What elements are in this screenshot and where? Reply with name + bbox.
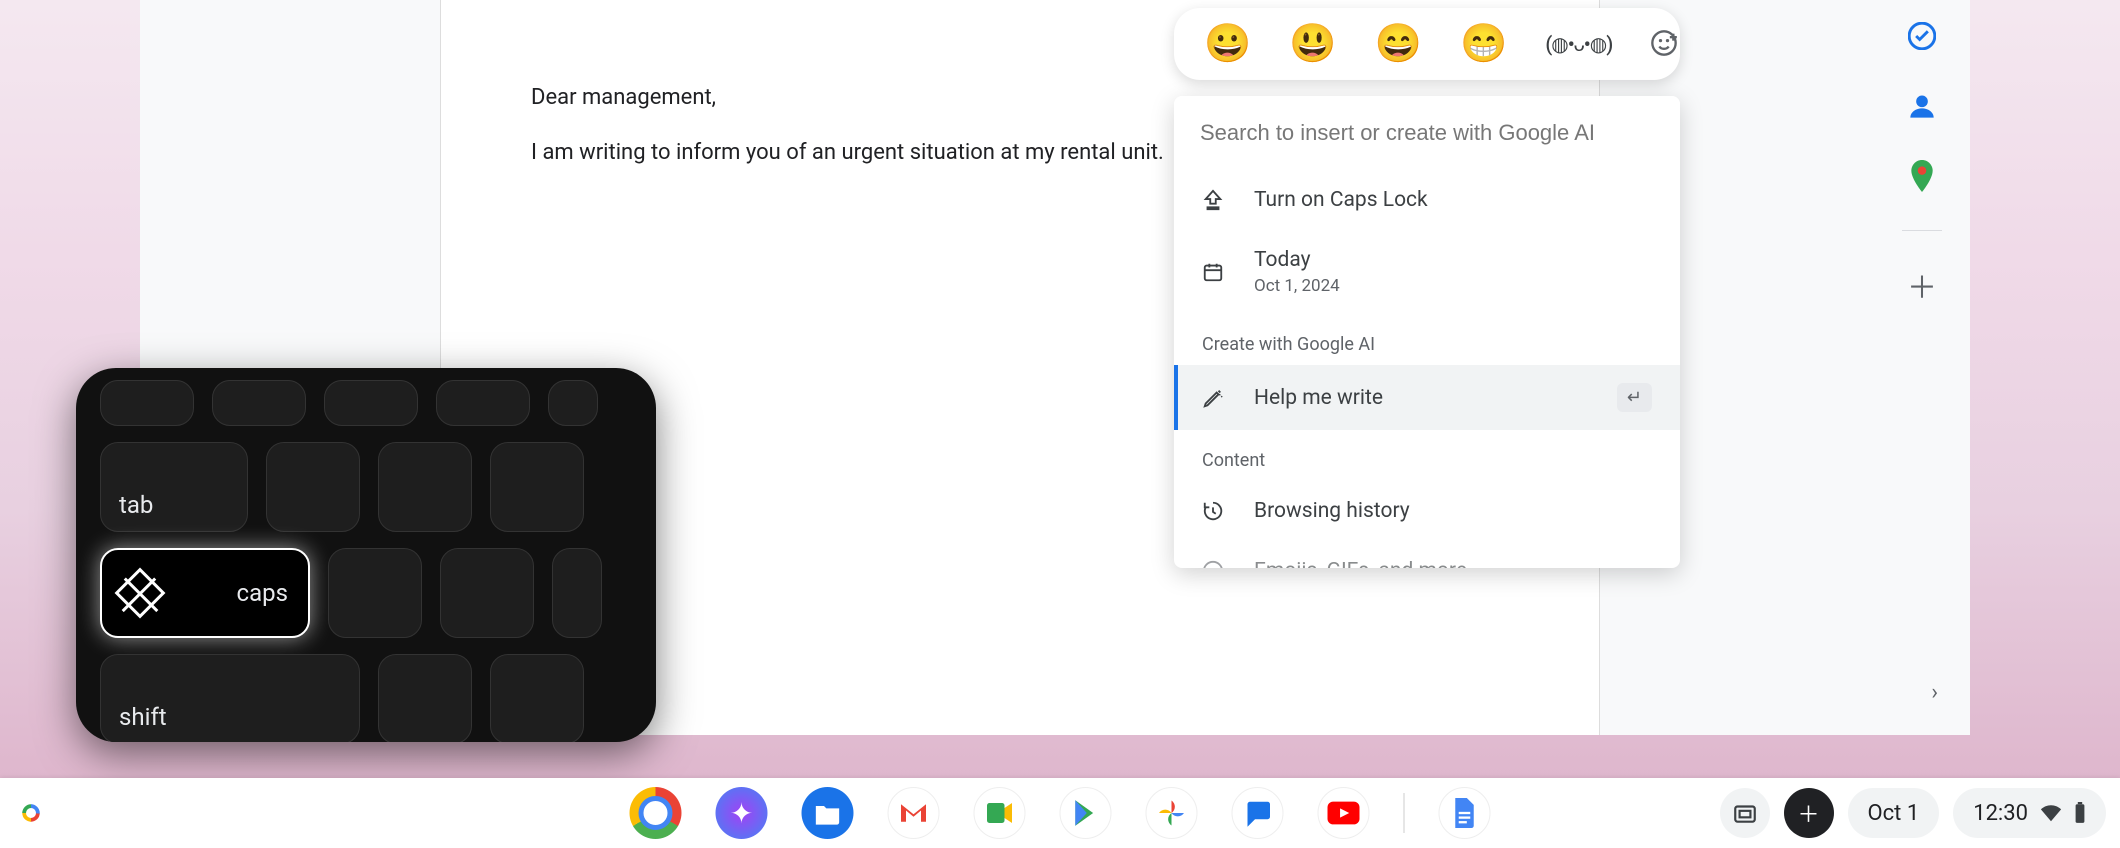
caps-lock-row[interactable]: Turn on Caps Lock [1174,170,1680,230]
side-panel-expand-icon[interactable]: › [1931,680,1938,705]
emojis-gifs-label: Emojis, GIFs, and more [1254,559,1467,568]
today-label: Today [1254,248,1340,272]
docs-app-icon[interactable] [1439,787,1491,839]
key-blank[interactable] [378,654,472,742]
quick-settings-add-button[interactable]: ＋ [1784,788,1834,838]
more-emoji-icon[interactable] [1650,29,1678,59]
key-blank[interactable] [100,380,194,426]
today-date: Oct 1, 2024 [1254,276,1340,296]
key-blank[interactable] [212,380,306,426]
contacts-icon[interactable] [1906,90,1938,122]
section-create-header: Create with Google AI [1174,314,1680,365]
wifi-icon [2040,804,2062,822]
history-icon [1202,500,1228,522]
key-blank[interactable] [440,548,534,638]
shelf-apps: ✦ [630,787,1491,839]
gmail-app-icon[interactable] [888,787,940,839]
system-tray[interactable]: 12:30 [1953,788,2106,838]
calendar-status-pill[interactable]: Oct 1 [1848,788,1940,838]
today-row[interactable]: Today Oct 1, 2024 [1174,230,1680,314]
shelf: ✦ ＋ Oct 1 [0,778,2120,848]
play-store-icon[interactable] [1060,787,1112,839]
tote-tray-button[interactable] [1720,788,1770,838]
caps-lock-icon [1202,189,1228,211]
key-blank[interactable] [490,654,584,742]
key-tab[interactable]: tab [100,442,248,532]
key-blank[interactable] [490,442,584,532]
browsing-history-row[interactable]: Browsing history [1174,481,1680,541]
emoji-grinning-smile[interactable]: 😄 [1375,22,1422,66]
emojis-gifs-row[interactable]: Emojis, GIFs, and more [1174,541,1680,568]
ai-search-input[interactable] [1174,96,1680,170]
key-blank[interactable] [436,380,530,426]
key-blank[interactable] [328,548,422,638]
emoji-grinning[interactable]: 😀 [1204,22,1251,66]
key-blank[interactable] [378,442,472,532]
emoji-grinning-big[interactable]: 😃 [1289,22,1336,66]
key-blank[interactable] [552,548,602,638]
youtube-app-icon[interactable] [1318,787,1370,839]
photos-app-icon[interactable] [1146,787,1198,839]
battery-icon [2074,802,2086,824]
browsing-history-label: Browsing history [1254,499,1410,523]
files-app-icon[interactable] [802,787,854,839]
help-me-write-label: Help me write [1254,386,1383,410]
tasks-icon[interactable] [1906,20,1938,52]
side-panel-divider [1902,230,1942,231]
ai-app-icon[interactable]: ✦ [716,787,768,839]
caps-lock-label: Turn on Caps Lock [1254,188,1428,212]
side-panel: ＋ [1892,20,1952,301]
keyboard-zoom-overlay: tab caps shift [76,368,656,742]
shelf-divider [1404,793,1405,833]
chrome-app-icon[interactable] [630,787,682,839]
emoji-quickbar: 😀 😃 😄 😁 (◍•ᴗ•◍) [1174,8,1680,80]
calendar-icon [1202,261,1228,283]
status-date: Oct 1 [1868,801,1920,826]
maps-icon[interactable] [1906,160,1938,192]
insert-ai-panel: Turn on Caps Lock Today Oct 1, 2024 Crea… [1174,96,1680,568]
launcher-button[interactable] [14,796,48,830]
meet-app-icon[interactable] [974,787,1026,839]
status-area: ＋ Oct 1 12:30 [1720,788,2106,838]
messages-app-icon[interactable] [1232,787,1284,839]
key-blank[interactable] [548,380,598,426]
add-addon-button[interactable]: ＋ [1906,269,1938,301]
key-blank[interactable] [266,442,360,532]
status-time: 12:30 [1973,801,2028,826]
caps-glyph-icon [115,568,166,619]
section-content-header: Content [1174,430,1680,481]
key-caps-lock[interactable]: caps [100,548,310,638]
help-me-write-row[interactable]: Help me write ↵ [1174,365,1680,430]
emoji-face-icon [1202,560,1228,568]
enter-key-hint: ↵ [1617,383,1652,412]
kaomoji-cute[interactable]: (◍•ᴗ•◍) [1545,32,1612,57]
key-shift[interactable]: shift [100,654,360,742]
key-blank[interactable] [324,380,418,426]
pen-magic-icon [1202,387,1228,409]
emoji-beaming[interactable]: 😁 [1460,22,1507,66]
